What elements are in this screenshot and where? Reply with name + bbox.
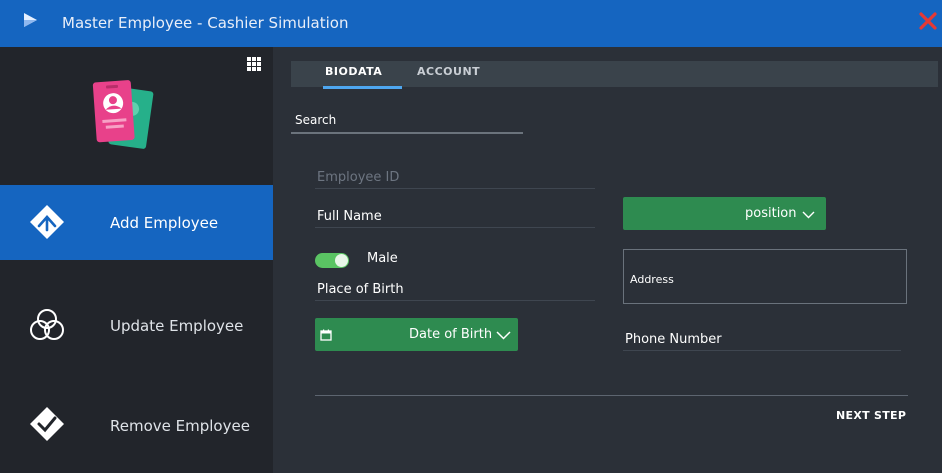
phone-number-placeholder: Phone Number [625,332,722,347]
title-bar: Master Employee - Cashier Simulation [0,0,942,47]
date-of-birth-label: Date of Birth [409,327,493,342]
gender-label: Male [367,251,398,266]
search-input[interactable]: Search [291,107,523,134]
chevron-down-icon [802,211,815,219]
sidebar-item-remove-employee[interactable]: Remove Employee [0,387,273,462]
search-placeholder: Search [295,113,337,127]
sidebar-item-add-employee[interactable]: Add Employee [0,185,273,260]
phone-number-field[interactable]: Phone Number [623,328,901,351]
full-name-field[interactable]: Full Name [315,205,595,228]
next-step-button[interactable]: NEXT STEP [836,409,906,422]
employee-id-placeholder: Employee ID [317,170,400,185]
place-of-birth-field[interactable]: Place of Birth [315,279,595,301]
calendar-icon [320,329,332,341]
sidebar-item-label: Add Employee [110,214,219,232]
grid-menu-icon[interactable] [247,57,261,71]
id-cards-icon [92,80,154,149]
tab-biodata[interactable]: BIODATA [325,65,382,78]
full-name-placeholder: Full Name [317,209,382,224]
toggle-knob [335,254,348,267]
update-employee-icon [30,309,64,340]
divider [315,395,908,396]
sidebar-item-label: Update Employee [110,317,244,335]
place-of-birth-placeholder: Place of Birth [317,282,404,297]
window-title: Master Employee - Cashier Simulation [62,14,349,32]
position-dropdown[interactable]: position [623,197,826,230]
sidebar-item-update-employee[interactable]: Update Employee [0,287,273,362]
active-tab-indicator [323,86,402,89]
main-panel: BIODATA ACCOUNT Search Employee ID Full … [273,47,942,473]
close-icon[interactable] [916,9,940,33]
remove-employee-icon [30,407,64,441]
chevron-down-icon [496,331,511,340]
address-field[interactable]: Address [623,249,907,304]
tab-account[interactable]: ACCOUNT [417,65,480,78]
sidebar: Add Employee Update Employee Remove Empl… [0,47,273,473]
date-of-birth-picker[interactable]: Date of Birth [315,318,518,351]
tab-bar: BIODATA ACCOUNT [291,61,938,89]
app-logo-icon [24,13,37,27]
add-employee-icon [30,205,64,239]
gender-toggle[interactable] [315,253,349,268]
address-placeholder: Address [630,273,674,286]
position-label: position [745,206,797,221]
sidebar-item-label: Remove Employee [110,417,250,435]
employee-id-field[interactable]: Employee ID [315,167,595,189]
